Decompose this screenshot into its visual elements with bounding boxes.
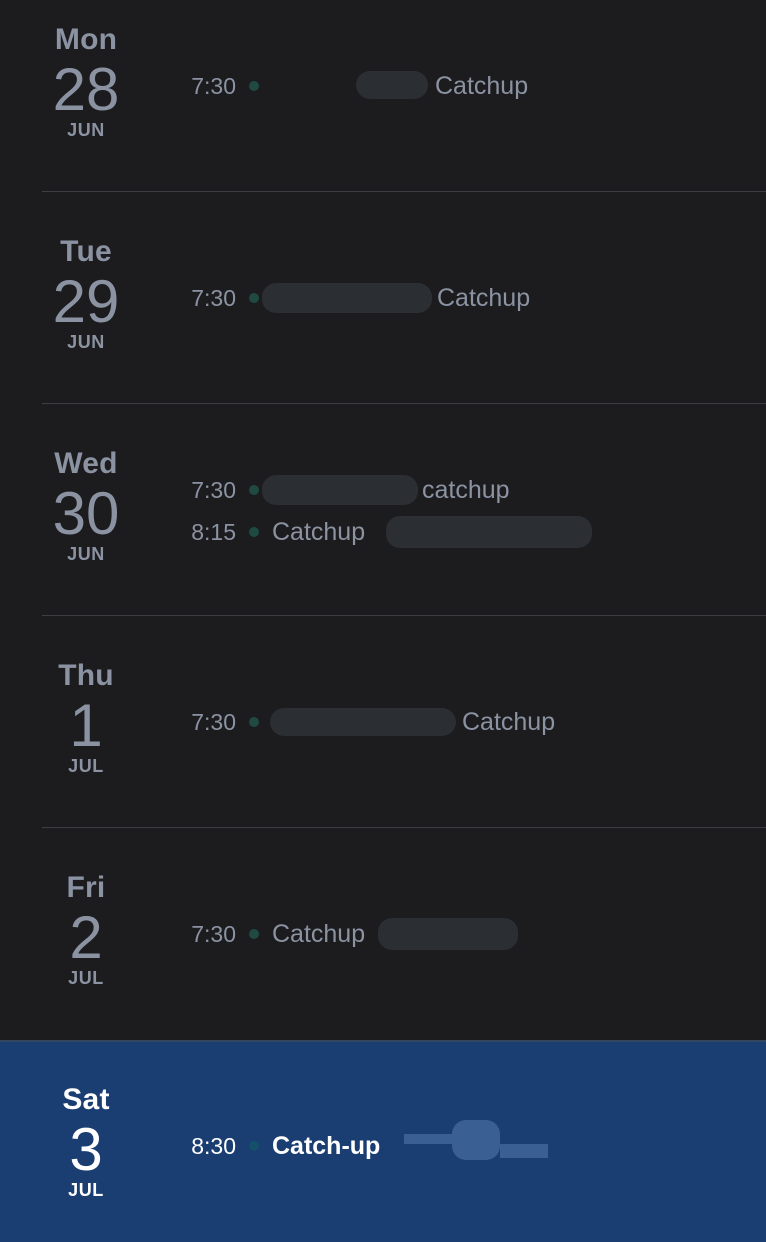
event-time: 8:15 <box>191 519 236 545</box>
event-item[interactable]: 7:30 Catchup <box>0 278 766 318</box>
day-row-tue-29[interactable]: Tue 29 JUN 7:30 Catchup <box>0 192 766 404</box>
event-color-dot <box>249 527 259 537</box>
month-label: JUL <box>68 1180 104 1200</box>
month-label: JUL <box>68 968 104 988</box>
event-color-dot <box>249 717 259 727</box>
event-item[interactable]: 7:30 Catchup <box>0 702 766 742</box>
month-label: JUN <box>67 332 105 352</box>
redacted-text <box>404 1134 454 1144</box>
month-label: JUN <box>67 120 105 140</box>
redacted-text <box>452 1120 500 1160</box>
redacted-text <box>378 918 518 950</box>
redacted-text <box>262 283 432 313</box>
event-time: 7:30 <box>191 73 236 99</box>
event-time: 8:30 <box>191 1133 236 1159</box>
month-label: JUL <box>68 756 104 776</box>
day-row-mon-28[interactable]: Mon 28 JUN 7:30 Catchup <box>0 0 766 192</box>
event-time: 7:30 <box>191 921 236 947</box>
event-color-dot <box>249 81 259 91</box>
agenda-day-list: Mon 28 JUN 7:30 Catchup Tue 29 JUN 7:30 … <box>0 0 766 1242</box>
event-time: 7:30 <box>191 285 236 311</box>
event-title: Catchup <box>272 518 366 546</box>
redacted-text <box>262 475 418 505</box>
event-title: catchup <box>422 476 510 504</box>
event-item[interactable]: 7:30 Catchup <box>0 914 766 954</box>
weekday-label: Fri <box>66 871 106 904</box>
weekday-label: Mon <box>54 23 118 56</box>
event-item[interactable]: 8:30 Catch-up <box>0 1120 766 1166</box>
day-row-wed-30[interactable]: Wed 30 JUN 7:30 catchup 8:15 Catchup <box>0 404 766 616</box>
event-color-dot <box>249 1141 259 1151</box>
event-color-dot <box>249 485 259 495</box>
event-item[interactable]: 7:30 catchup <box>0 470 766 510</box>
weekday-label: Thu <box>58 659 114 692</box>
event-time: 7:30 <box>191 709 236 735</box>
day-row-thu-1[interactable]: Thu 1 JUL 7:30 Catchup <box>0 616 766 828</box>
weekday-label: Sat <box>62 1083 110 1116</box>
day-row-sat-3-selected[interactable]: Sat 3 JUL 8:30 Catch-up <box>0 1040 766 1242</box>
redacted-text <box>500 1144 548 1158</box>
event-color-dot <box>249 929 259 939</box>
event-color-dot <box>249 293 259 303</box>
day-row-fri-2[interactable]: Fri 2 JUL 7:30 Catchup <box>0 828 766 1040</box>
event-title: Catchup <box>272 920 366 948</box>
redacted-text <box>270 708 456 736</box>
event-title: Catchup <box>462 708 556 736</box>
event-title: Catch-up <box>272 1132 381 1160</box>
event-item[interactable]: 7:30 Catchup <box>0 66 766 106</box>
event-title: Catchup <box>437 284 531 312</box>
redacted-text <box>356 71 428 99</box>
redacted-text <box>386 516 592 548</box>
weekday-label: Tue <box>60 235 112 268</box>
event-item[interactable]: 8:15 Catchup <box>0 512 766 552</box>
event-title: Catchup <box>435 72 529 100</box>
event-time: 7:30 <box>191 477 236 503</box>
